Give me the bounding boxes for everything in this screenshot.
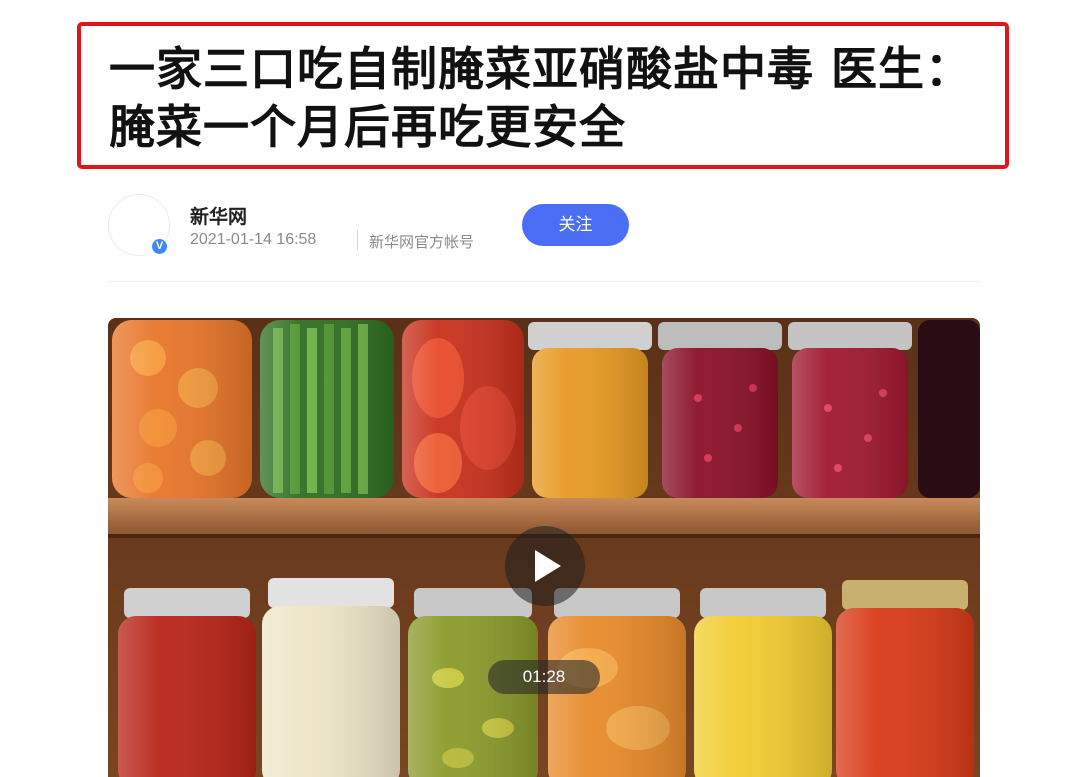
verified-badge-icon: V [150,237,169,256]
video-duration: 01:28 [488,660,600,694]
play-button[interactable] [505,526,585,606]
meta-divider [357,230,358,250]
jar-orange-preserve [528,322,652,498]
author-name[interactable]: 新华网 [190,202,247,229]
section-divider [108,281,980,282]
headline-highlight-box: 一家三口吃自制腌菜亚硝酸盐中毒 医生：腌菜一个月后再吃更安全 [77,22,1009,169]
play-icon [535,550,561,582]
jar-carrots [112,320,252,498]
publish-time: 2021-01-14 16:58 [190,231,317,248]
jar-green-beans [260,320,394,498]
follow-button[interactable]: 关注 [522,204,629,246]
jar-red-jam-2 [788,322,912,498]
jar-tomato-sauce [118,588,256,777]
jar-red-peppers [402,320,524,498]
jar-corn [694,588,832,777]
video-player[interactable]: 01:28 [108,318,980,777]
account-type-label: 新华网官方帐号 [369,233,475,251]
article-headline: 一家三口吃自制腌菜亚硝酸盐中毒 医生：腌菜一个月后再吃更安全 [109,42,973,154]
jar-red-jam-1 [658,322,782,498]
jar-sauerkraut [262,578,400,777]
jar-salsa [836,580,974,777]
jar-dark-preserve [918,320,980,498]
